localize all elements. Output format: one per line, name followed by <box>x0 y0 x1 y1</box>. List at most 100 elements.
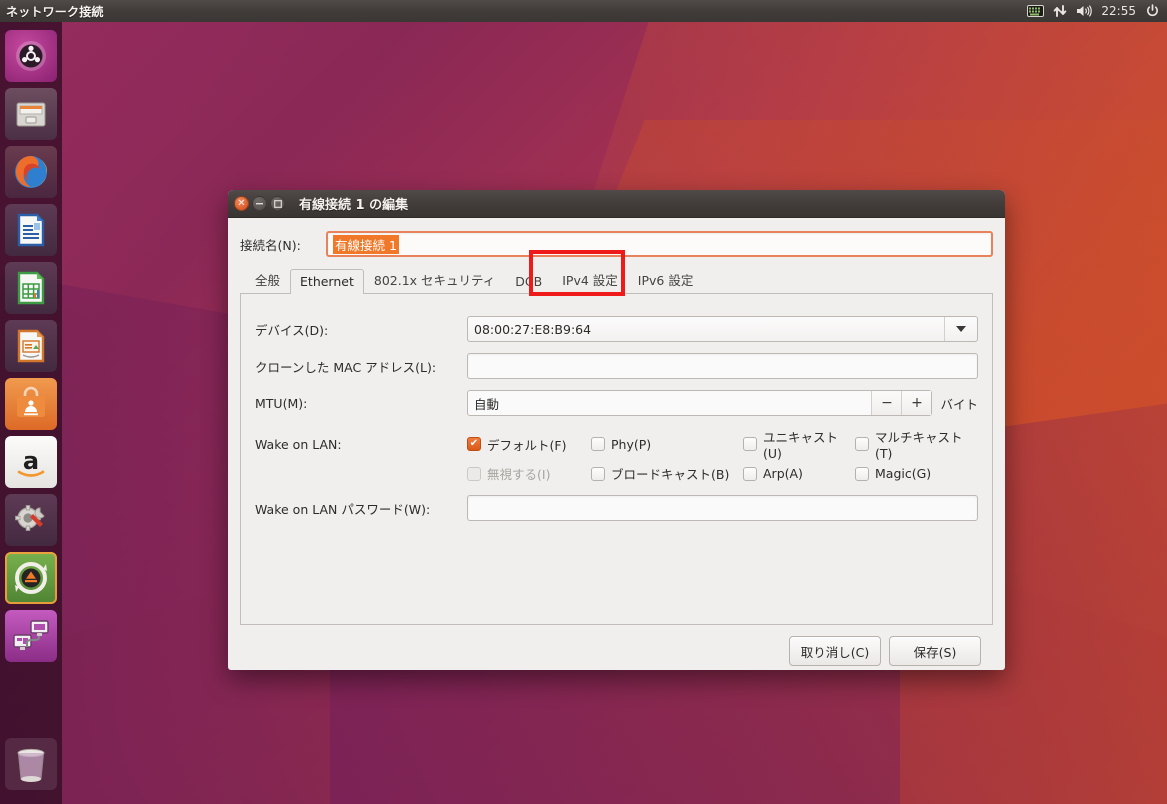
launcher-item-libreoffice-impress[interactable] <box>5 320 57 372</box>
tab-8021x-security[interactable]: 802.1x セキュリティ <box>364 265 505 294</box>
wol-option-label: Magic(G) <box>875 466 932 481</box>
tab-ipv4-settings[interactable]: IPv4 設定 <box>552 265 628 294</box>
tab-dcb[interactable]: DCB <box>505 269 552 294</box>
tab-general[interactable]: 全般 <box>245 265 290 294</box>
amazon-icon: a <box>17 447 45 477</box>
checkbox-icon[interactable] <box>591 466 605 481</box>
device-row: デバイス(D): 08:00:27:E8:B9:64 <box>255 316 978 342</box>
checkbox-icon <box>467 466 481 481</box>
tab-ipv6-settings[interactable]: IPv6 設定 <box>628 265 704 294</box>
ethernet-tab-panel: デバイス(D): 08:00:27:E8:B9:64 クローンした MAC アド… <box>240 293 993 625</box>
impress-icon <box>17 329 45 363</box>
launcher-item-network-connections[interactable] <box>5 610 57 662</box>
checkbox-icon[interactable] <box>467 437 481 451</box>
device-value: 08:00:27:E8:B9:64 <box>474 321 592 337</box>
ubuntu-logo-icon <box>16 41 46 71</box>
file-manager-icon <box>16 102 46 127</box>
wake-on-lan-row: Wake on LAN: デフォルト(F) Phy(P) <box>255 427 978 483</box>
wol-checkbox-unicast[interactable]: ユニキャスト(U) <box>743 427 855 461</box>
wol-option-label: ユニキャスト(U) <box>763 430 839 461</box>
unity-launcher: a <box>0 22 62 804</box>
mtu-row: MTU(M): 自動 − + バイト <box>255 390 978 416</box>
cloned-mac-label: クローンした MAC アドレス(L): <box>255 359 437 375</box>
wol-checkbox-arp[interactable]: Arp(A) <box>743 464 855 483</box>
launcher-item-firefox[interactable] <box>5 146 57 198</box>
dialog-title: 有線接続 1 の編集 <box>299 198 409 213</box>
checkbox-icon[interactable] <box>591 437 605 451</box>
launcher-item-libreoffice-writer[interactable] <box>5 204 57 256</box>
wol-checkbox-multicast[interactable]: マルチキャスト(T) <box>855 427 978 461</box>
mtu-value: 自動 <box>474 396 500 412</box>
writer-icon <box>17 213 45 247</box>
connection-name-input[interactable]: 有線接続 1 <box>326 231 993 257</box>
top-panel: ネットワーク接続 22:55 <box>0 0 1167 22</box>
checkbox-icon[interactable] <box>855 466 869 481</box>
cloned-mac-row: クローンした MAC アドレス(L): <box>255 353 978 379</box>
wol-option-label: マルチキャスト(T) <box>875 430 963 461</box>
wol-option-label: デフォルト(F) <box>487 437 567 453</box>
software-center-icon <box>17 386 45 417</box>
keyboard-indicator-icon[interactable] <box>1027 5 1045 17</box>
updater-icon <box>15 562 47 594</box>
system-menu-icon[interactable] <box>1145 3 1160 19</box>
cancel-button[interactable]: 取り消し(C) <box>789 636 881 666</box>
calc-icon <box>17 271 45 305</box>
wol-password-label: Wake on LAN パスワード(W): <box>255 501 431 517</box>
tab-ethernet[interactable]: Ethernet <box>290 269 364 294</box>
launcher-item-amazon[interactable]: a <box>5 436 57 488</box>
svg-text:a: a <box>23 447 39 475</box>
mtu-increment-button[interactable]: + <box>901 391 932 415</box>
trash-icon <box>17 748 45 782</box>
checkbox-icon[interactable] <box>743 466 757 481</box>
panel-app-title[interactable]: ネットワーク接続 <box>6 3 104 20</box>
wake-on-lan-options: デフォルト(F) Phy(P) ユニキャスト(U) マルチキャスト(T <box>467 427 978 483</box>
chevron-down-icon[interactable] <box>944 317 976 341</box>
wol-checkbox-default[interactable]: デフォルト(F) <box>467 427 591 461</box>
save-button[interactable]: 保存(S) <box>889 636 981 666</box>
launcher-item-libreoffice-calc[interactable] <box>5 262 57 314</box>
firefox-icon <box>15 156 47 188</box>
wol-option-label: 無視する(I) <box>487 467 551 482</box>
launcher-item-system-settings[interactable] <box>5 494 57 546</box>
mtu-spinbutton[interactable]: 自動 − + <box>467 390 933 416</box>
wol-checkbox-ignore: 無視する(I) <box>467 464 591 483</box>
tab-bar: 全般 Ethernet 802.1x セキュリティ DCB IPv4 設定 IP… <box>240 265 993 294</box>
checkbox-icon[interactable] <box>855 437 869 451</box>
dialog-titlebar[interactable]: ✕ 有線接続 1 の編集 <box>228 190 1005 218</box>
mtu-unit-label: バイト <box>940 396 978 412</box>
clock[interactable]: 22:55 <box>1101 4 1136 18</box>
checkbox-icon[interactable] <box>743 437 757 451</box>
dialog-footer: 取り消し(C) 保存(S) <box>240 625 993 666</box>
device-label: デバイス(D): <box>255 322 329 338</box>
network-connections-icon <box>13 620 49 650</box>
launcher-trash-slot <box>5 734 57 796</box>
panel-indicator-area: 22:55 <box>1027 3 1167 19</box>
launcher-item-ubuntu-software[interactable] <box>5 378 57 430</box>
launcher-item-files[interactable] <box>5 88 57 140</box>
volume-indicator-icon[interactable] <box>1076 4 1093 18</box>
minimize-window-button[interactable] <box>252 196 267 211</box>
wol-option-label: Phy(P) <box>611 436 652 452</box>
wol-password-row: Wake on LAN パスワード(W): <box>255 495 978 521</box>
wol-checkbox-broadcast[interactable]: ブロードキャスト(B) <box>591 464 743 483</box>
launcher-item-trash[interactable] <box>5 738 57 790</box>
connection-name-label: 接続名(N): <box>240 237 301 253</box>
close-window-button[interactable]: ✕ <box>234 196 249 211</box>
wake-on-lan-label: Wake on LAN: <box>255 437 342 452</box>
wol-password-input[interactable] <box>467 495 978 521</box>
wol-option-label: Arp(A) <box>763 466 803 481</box>
connection-name-row: 接続名(N): 有線接続 1 <box>240 231 993 257</box>
launcher-item-software-updater[interactable] <box>5 552 57 604</box>
wol-checkbox-phy[interactable]: Phy(P) <box>591 427 743 461</box>
settings-icon <box>15 505 45 531</box>
device-combobox[interactable]: 08:00:27:E8:B9:64 <box>467 316 978 342</box>
mtu-decrement-button[interactable]: − <box>871 391 902 415</box>
maximize-window-button[interactable] <box>270 196 285 211</box>
wol-option-label: ブロードキャスト(B) <box>611 467 730 482</box>
edit-connection-dialog: ✕ 有線接続 1 の編集 接続名(N): 有線接続 1 全般 Ethernet … <box>228 190 1005 670</box>
launcher-item-dash-home[interactable] <box>5 30 57 82</box>
cloned-mac-input[interactable] <box>467 353 978 379</box>
network-indicator-icon[interactable] <box>1053 4 1067 18</box>
mtu-label: MTU(M): <box>255 395 308 411</box>
wol-checkbox-magic[interactable]: Magic(G) <box>855 464 978 483</box>
